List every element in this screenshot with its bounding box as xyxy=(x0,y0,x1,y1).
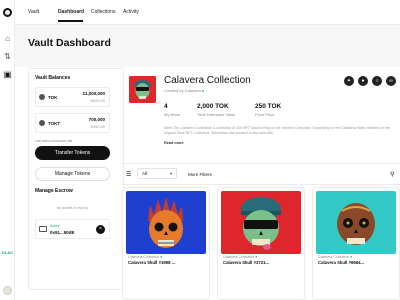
escrow-status: Active xyxy=(50,224,60,228)
filter-icon[interactable]: ☰ xyxy=(126,171,131,178)
link-icon[interactable]: ∞ xyxy=(386,76,396,86)
nft-collection: Calavera Collection ● xyxy=(223,255,257,259)
balance-card-tok[interactable]: TOK 21,000,000 $600.00 xyxy=(35,87,110,107)
token-amount: 700,000 xyxy=(88,117,105,122)
transfer-icon[interactable]: ⇅ xyxy=(3,52,12,61)
token-usd: $450.00 xyxy=(90,124,105,129)
chevron-down-icon: ▼ xyxy=(169,171,173,176)
stat-value: 4 xyxy=(164,103,168,110)
stat-floor-price: 250 TOK Floor Price xyxy=(255,103,281,117)
verified-icon: ● xyxy=(201,88,205,93)
more-filters-label: More Filters xyxy=(188,172,212,177)
tab-dashboard[interactable]: Dashboard xyxy=(58,9,84,15)
tab-collections[interactable]: Collections xyxy=(91,9,115,15)
vault-icon[interactable]: ▣ xyxy=(3,70,12,79)
stat-value: 250 TOK xyxy=(255,103,282,110)
verified-icon: ● xyxy=(350,255,353,259)
wallet-icon xyxy=(39,226,47,232)
verified-icon: ● xyxy=(160,255,163,259)
stat-value: 2,000 TOK xyxy=(197,103,229,110)
twitter-icon[interactable]: ✦ xyxy=(344,76,354,86)
nft-collection: Calavera Collection ● xyxy=(128,255,162,259)
token-name: TOKT xyxy=(48,121,61,126)
globe-icon[interactable]: ○ xyxy=(372,76,382,86)
escrow-empty-text: No assets in escrow xyxy=(56,206,89,210)
balances-title: Vault Balances xyxy=(35,75,71,81)
nft-collection-label: Calavera Collection xyxy=(318,255,350,259)
discord-icon[interactable]: ● xyxy=(358,76,368,86)
tab-vault[interactable]: Vault xyxy=(28,9,39,15)
nft-name: Calavera Skull #1998 ... xyxy=(128,260,176,265)
creator-text: Created by Calavera xyxy=(164,88,201,93)
tab-activity[interactable]: Activity xyxy=(123,9,139,15)
stat-my-items: 4 My Items xyxy=(164,103,180,117)
nft-collection: Calavera Collection ● xyxy=(318,255,352,259)
escrow-item[interactable]: Active 0x91...50dE × xyxy=(35,219,110,239)
conversion-note: Last token conversion rate xyxy=(35,139,73,143)
collection-avatar xyxy=(129,76,156,103)
token-name: TOK xyxy=(48,95,58,100)
token-usd: $600.00 xyxy=(90,98,105,103)
verified-icon: ● xyxy=(255,255,258,259)
user-avatar[interactable] xyxy=(3,286,12,295)
home-icon[interactable]: ⌂ xyxy=(3,34,12,43)
balance-card-tokt[interactable]: TOKT 700,000 $450.00 xyxy=(35,113,110,133)
escrow-title: Manage Escrow xyxy=(35,188,73,194)
collection-creator: Created by Calavera ● xyxy=(164,88,204,93)
search-icon[interactable]: ⚲ xyxy=(390,171,394,178)
read-more-link[interactable]: Read more xyxy=(164,141,184,145)
token-icon xyxy=(39,120,45,126)
network-badge: DLAC xyxy=(1,250,14,255)
nft-card[interactable]: Calavera Collection ● Calavera Skull #19… xyxy=(122,187,210,300)
nft-image xyxy=(221,191,301,254)
manage-tokens-button[interactable]: Manage Tokens xyxy=(35,167,110,181)
nft-collection-label: Calavera Collection xyxy=(128,255,160,259)
close-icon[interactable]: × xyxy=(96,225,105,234)
nft-card[interactable]: Calavera Collection ● Calavera Skull #66… xyxy=(312,187,400,300)
nft-image xyxy=(126,191,206,254)
collection-description: Meet The Calavera Collection! A collecti… xyxy=(164,126,390,135)
nft-name: Calavera Skull #6664... xyxy=(318,260,365,265)
transfer-tokens-button[interactable]: Transfer Tokens xyxy=(35,146,110,160)
app-logo-icon[interactable] xyxy=(3,8,12,17)
left-rail: ⌂ ⇅ ▣ DLAC xyxy=(0,0,15,300)
stat-label: My Items xyxy=(164,112,181,117)
nft-collection-label: Calavera Collection xyxy=(223,255,255,259)
filter-select[interactable]: All ▼ xyxy=(137,168,177,179)
page-title: Vault Dashboard xyxy=(28,37,111,49)
active-tab-indicator xyxy=(58,20,83,22)
top-nav: Vault Dashboard Collections Activity xyxy=(15,0,400,25)
collection-title: Calavera Collection xyxy=(164,75,251,86)
nft-name: Calavera Skull #3721... xyxy=(223,260,270,265)
stat-label: Total Estimated Value xyxy=(197,112,236,117)
stat-total-value: 2,000 TOK Total Estimated Value xyxy=(197,103,235,117)
stat-label: Floor Price xyxy=(255,112,275,117)
token-icon xyxy=(39,94,45,100)
nft-image xyxy=(316,191,396,254)
filter-select-value: All xyxy=(142,171,148,176)
more-filters-button[interactable]: More Filters xyxy=(188,172,212,177)
nft-card[interactable]: Calavera Collection ● Calavera Skull #37… xyxy=(217,187,305,300)
token-amount: 21,000,000 xyxy=(82,91,105,96)
escrow-address: 0x91...50dE xyxy=(50,230,75,235)
